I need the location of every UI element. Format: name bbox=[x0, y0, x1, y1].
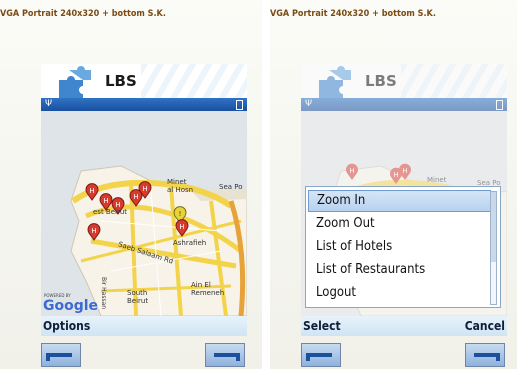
map-label-sea-port: Sea Po bbox=[219, 183, 243, 191]
google-logo: Google bbox=[43, 298, 99, 314]
map-label-minet: Minet bbox=[427, 176, 447, 184]
map-label-minet-al-hosn: Minet al Hosn bbox=[167, 178, 194, 194]
puzzle-piece-icon bbox=[59, 66, 91, 98]
hotel-pin-icon[interactable]: H bbox=[175, 219, 189, 241]
panel-divider bbox=[262, 0, 270, 369]
phone-screen: LBS Ψ H H H H H H ! H Minet al Hosn est … bbox=[41, 64, 247, 336]
hotel-pin-icon: H bbox=[345, 163, 359, 185]
left-hardware-key[interactable] bbox=[41, 343, 81, 367]
title-bar-decoration bbox=[141, 64, 247, 98]
scrollbar-thumb[interactable] bbox=[491, 192, 496, 262]
menu-item-zoom-in[interactable]: Zoom In bbox=[308, 190, 491, 212]
svg-text:H: H bbox=[402, 167, 407, 175]
menu-item-list-of-hotels[interactable]: List of Hotels bbox=[308, 236, 491, 258]
menu-scrollbar[interactable] bbox=[490, 191, 497, 305]
hotel-pin-icon[interactable]: H bbox=[85, 183, 99, 205]
hotel-pin-icon[interactable]: H bbox=[87, 223, 101, 245]
svg-text:H: H bbox=[103, 197, 108, 205]
map-label-ain-el-remeneh: Ain El Remeneh bbox=[191, 281, 225, 297]
status-bar: Ψ bbox=[301, 98, 507, 111]
left-screenshot-panel: VGA Portrait 240x320 + bottom S.K. LBS Ψ bbox=[0, 0, 262, 369]
menu-item-logout[interactable]: Logout bbox=[308, 282, 491, 304]
map-view[interactable]: H H H H H H ! H Minet al Hosn est Beirut… bbox=[41, 111, 247, 316]
options-menu: Zoom In Zoom Out List of Hotels List of … bbox=[305, 186, 501, 308]
hotel-pin-icon: H bbox=[398, 163, 412, 185]
antenna-signal-icon: Ψ bbox=[45, 99, 53, 109]
map-label-ashrafieh: Ashrafieh bbox=[173, 239, 207, 247]
battery-icon bbox=[496, 100, 503, 110]
right-screenshot-panel: VGA Portrait 240x320 + bottom S.K. LBS Ψ… bbox=[270, 0, 517, 369]
right-hardware-key[interactable] bbox=[205, 343, 245, 367]
menu-item-zoom-out[interactable]: Zoom Out bbox=[308, 213, 491, 235]
svg-text:H: H bbox=[179, 223, 184, 231]
battery-icon bbox=[236, 100, 243, 110]
svg-text:H: H bbox=[349, 167, 354, 175]
svg-text:H: H bbox=[142, 185, 147, 193]
hotel-pin-icon[interactable]: H bbox=[138, 181, 152, 203]
map-label-west-beirut: est Beirut bbox=[93, 208, 128, 216]
select-softkey[interactable]: Select bbox=[303, 319, 341, 333]
map-label-bir-hassan: Bir Hassan bbox=[100, 277, 107, 310]
cancel-softkey[interactable]: Cancel bbox=[465, 319, 505, 333]
title-bar: LBS bbox=[301, 64, 507, 98]
svg-text:!: ! bbox=[179, 210, 182, 218]
phone-screen: LBS Ψ H H H Minet Sea Po Zoom In Zoom Ou… bbox=[301, 64, 507, 336]
antenna-signal-icon: Ψ bbox=[305, 99, 313, 109]
options-softkey[interactable]: Options bbox=[43, 319, 90, 333]
softkey-bar: Options bbox=[41, 316, 247, 336]
screen-caption: VGA Portrait 240x320 + bottom S.K. bbox=[0, 9, 166, 19]
menu-item-list-of-restaurants[interactable]: List of Restaurants bbox=[308, 259, 491, 281]
screen-caption: VGA Portrait 240x320 + bottom S.K. bbox=[270, 9, 436, 19]
svg-text:H: H bbox=[89, 187, 94, 195]
title-bar: LBS bbox=[41, 64, 247, 98]
left-hardware-key[interactable] bbox=[301, 343, 341, 367]
status-bar: Ψ bbox=[41, 98, 247, 111]
map-label-south-beirut: South Beirut bbox=[127, 289, 149, 305]
app-title: LBS bbox=[105, 72, 137, 90]
app-title: LBS bbox=[365, 72, 397, 90]
puzzle-piece-icon bbox=[319, 66, 351, 98]
title-bar-decoration bbox=[401, 64, 507, 98]
softkey-bar: Select Cancel bbox=[301, 316, 507, 336]
svg-text:H: H bbox=[91, 227, 96, 235]
right-hardware-key[interactable] bbox=[465, 343, 505, 367]
